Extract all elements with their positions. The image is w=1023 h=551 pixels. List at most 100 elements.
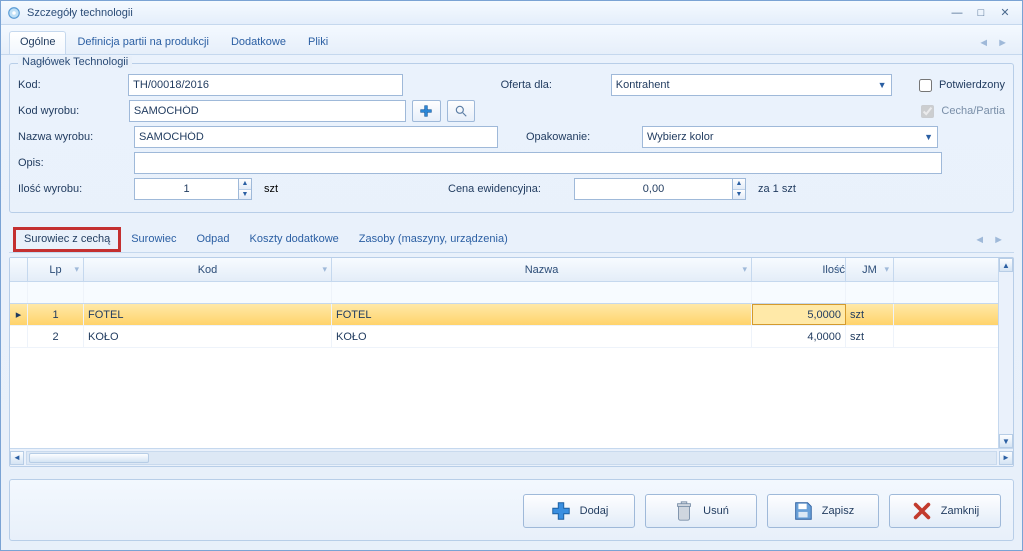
trash-icon: [673, 500, 695, 522]
scroll-thumb[interactable]: [29, 453, 149, 463]
inner-tab-surowiec[interactable]: Surowiec: [121, 229, 186, 251]
filter-icon[interactable]: ▾: [742, 264, 747, 275]
add-wyrob-button[interactable]: [412, 100, 441, 122]
tab-ogolne[interactable]: Ogólne: [9, 31, 66, 54]
ilosc-wyrobu-input[interactable]: [134, 178, 238, 200]
chevron-down-icon: ▼: [924, 132, 933, 142]
plus-icon: [550, 500, 572, 522]
kod-wyrobu-input[interactable]: [129, 100, 406, 122]
cecha-partia-label: Cecha/Partia: [941, 105, 1005, 117]
cecha-partia-checkbox[interactable]: Cecha/Partia: [917, 102, 1005, 121]
filter-icon[interactable]: ▾: [836, 264, 841, 275]
col-ilosc[interactable]: Ilość▾: [752, 258, 846, 281]
kod-label: Kod:: [18, 79, 122, 91]
cena-jm-label: za 1 szt: [752, 183, 796, 195]
grid-filter-row[interactable]: [10, 282, 998, 304]
usun-button[interactable]: Usuń: [645, 494, 757, 528]
scroll-right-icon[interactable]: ►: [999, 451, 1013, 465]
grid: Lp▾ Kod▾ Nazwa▾ Ilość▾ JM▾: [9, 257, 1014, 467]
inner-tab-zasoby[interactable]: Zasoby (maszyny, urządzenia): [349, 229, 518, 251]
tab-pliki[interactable]: Pliki: [297, 31, 339, 54]
cena-spinner[interactable]: ▲▼: [574, 178, 746, 200]
kod-input[interactable]: [128, 74, 403, 96]
inner-tab-surowiec-z-cecha[interactable]: Surowiec z cechą: [13, 227, 121, 252]
table-row[interactable]: ▸ 1 FOTEL FOTEL 5,0000 szt: [10, 304, 998, 326]
filter-icon[interactable]: ▾: [884, 264, 889, 275]
opakowanie-select[interactable]: Wybierz kolor ▼: [642, 126, 938, 148]
scroll-down-icon[interactable]: ▼: [999, 434, 1013, 448]
inner-tabs-next-icon[interactable]: ►: [993, 234, 1004, 246]
col-jm[interactable]: JM▾: [846, 258, 894, 281]
cena-label: Cena ewidencyjna:: [448, 183, 568, 195]
cell-lp: 2: [28, 326, 84, 347]
filter-icon[interactable]: ▾: [74, 264, 79, 275]
dodaj-button[interactable]: Dodaj: [523, 494, 635, 528]
cell-lp: 1: [28, 304, 84, 325]
scroll-up-icon[interactable]: ▲: [999, 258, 1013, 272]
inner-tab-odpad[interactable]: Odpad: [186, 229, 239, 251]
spin-up-icon[interactable]: ▲: [239, 179, 251, 190]
header-fieldset: Nagłówek Technologii Kod: Oferta dla: Ko…: [9, 63, 1014, 213]
col-nazwa[interactable]: Nazwa▾: [332, 258, 752, 281]
close-x-icon: [911, 500, 933, 522]
opakowanie-label: Opakowanie:: [526, 131, 636, 143]
close-button[interactable]: ✕: [994, 5, 1016, 21]
spin-down-icon[interactable]: ▼: [733, 190, 745, 200]
inner-tabs-nav: ◄ ►: [974, 234, 1010, 246]
inner-tab-koszty[interactable]: Koszty dodatkowe: [240, 229, 349, 251]
tab-definicja-partii[interactable]: Definicja partii na produkcji: [66, 31, 219, 54]
tabs-prev-icon[interactable]: ◄: [978, 37, 989, 49]
cecha-partia-checkbox-input: [921, 105, 934, 118]
spin-down-icon[interactable]: ▼: [239, 190, 251, 200]
nazwa-wyrobu-input[interactable]: [134, 126, 498, 148]
cell-ilosc[interactable]: 5,0000: [752, 304, 846, 325]
app-gear-icon: [7, 6, 21, 20]
minimize-button[interactable]: ―: [946, 5, 968, 21]
spin-up-icon[interactable]: ▲: [733, 179, 745, 190]
cell-ilosc: 4,0000: [752, 326, 846, 347]
kod-wyrobu-label: Kod wyrobu:: [18, 105, 123, 117]
app-window: Szczegóły technologii ― □ ✕ Ogólne Defin…: [0, 0, 1023, 551]
oferta-dla-select[interactable]: Kontrahent ▼: [611, 74, 892, 96]
chevron-down-icon: ▼: [878, 80, 887, 90]
grid-header: Lp▾ Kod▾ Nazwa▾ Ilość▾ JM▾: [10, 258, 998, 282]
cell-jm: szt: [846, 326, 894, 347]
tabs-next-icon[interactable]: ►: [997, 37, 1008, 49]
main-tabs: Ogólne Definicja partii na produkcji Dod…: [1, 25, 1022, 55]
vertical-scrollbar[interactable]: ▲ ▼: [998, 258, 1013, 448]
window-title: Szczegóły technologii: [27, 7, 944, 19]
potwierdzony-checkbox-input[interactable]: [919, 79, 932, 92]
table-row[interactable]: 2 KOŁO KOŁO 4,0000 szt: [10, 326, 998, 348]
zamknij-label: Zamknij: [941, 505, 980, 517]
title-bar: Szczegóły technologii ― □ ✕: [1, 1, 1022, 25]
cell-nazwa: FOTEL: [332, 304, 752, 325]
filter-icon[interactable]: ▾: [322, 264, 327, 275]
tab-dodatkowe[interactable]: Dodatkowe: [220, 31, 297, 54]
opis-input[interactable]: [134, 152, 942, 174]
plus-icon: [418, 103, 434, 119]
col-kod[interactable]: Kod▾: [84, 258, 332, 281]
inner-tabs-prev-icon[interactable]: ◄: [974, 234, 985, 246]
zapisz-button[interactable]: Zapisz: [767, 494, 879, 528]
zamknij-button[interactable]: Zamknij: [889, 494, 1001, 528]
opis-label: Opis:: [18, 157, 128, 169]
scroll-left-icon[interactable]: ◄: [10, 451, 24, 465]
nazwa-wyrobu-label: Nazwa wyrobu:: [18, 131, 128, 143]
ilosc-wyrobu-spinner[interactable]: ▲▼: [134, 178, 252, 200]
save-icon: [792, 500, 814, 522]
maximize-button[interactable]: □: [970, 5, 992, 21]
horizontal-scrollbar[interactable]: ◄ ►: [10, 448, 1013, 466]
oferta-dla-value: Kontrahent: [616, 79, 670, 91]
zapisz-label: Zapisz: [822, 505, 854, 517]
cell-kod: FOTEL: [84, 304, 332, 325]
tabs-nav-arrows: ◄ ►: [978, 37, 1014, 49]
col-lp[interactable]: Lp▾: [28, 258, 84, 281]
potwierdzony-checkbox[interactable]: Potwierdzony: [915, 76, 1005, 95]
cell-nazwa: KOŁO: [332, 326, 752, 347]
oferta-dla-label: Oferta dla:: [501, 79, 605, 91]
fieldset-legend: Nagłówek Technologii: [18, 56, 132, 68]
search-wyrob-button[interactable]: [447, 100, 476, 122]
footer-panel: Dodaj Usuń Zapisz Zamknij: [9, 479, 1014, 541]
ilosc-jm-label: szt: [258, 183, 286, 195]
cena-input[interactable]: [574, 178, 732, 200]
